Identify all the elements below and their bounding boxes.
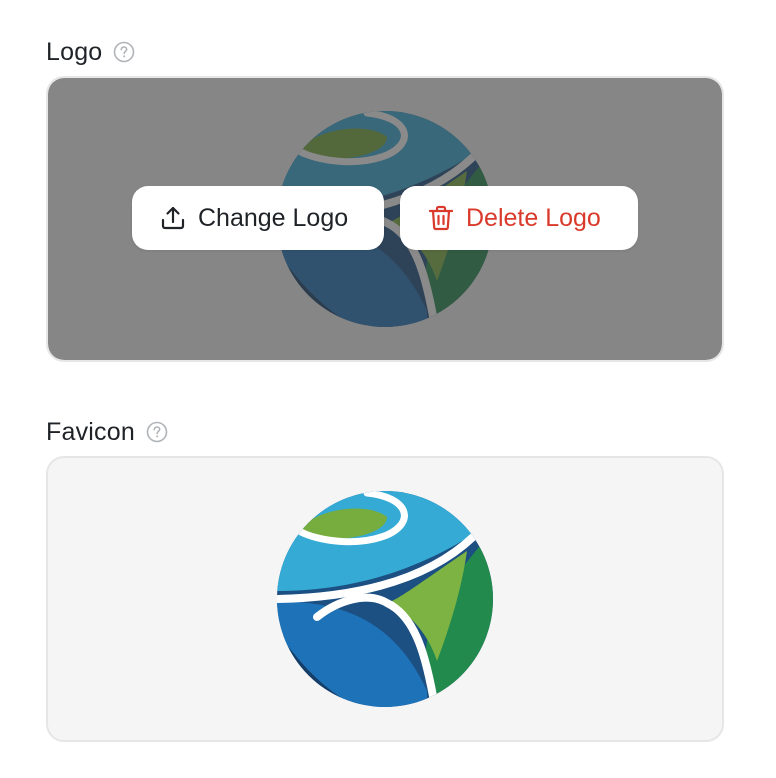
change-logo-label: Change Logo (198, 203, 349, 232)
delete-logo-button[interactable]: Delete Logo (400, 186, 638, 250)
favicon-label-row: Favicon (46, 414, 724, 450)
favicon-section: Favicon (46, 414, 724, 742)
logo-preview-card[interactable]: Change Logo Delete Logo (46, 76, 724, 362)
delete-logo-label: Delete Logo (466, 203, 601, 232)
trash-icon (426, 203, 456, 233)
upload-icon (158, 203, 188, 233)
logo-label: Logo (46, 37, 103, 66)
change-logo-button[interactable]: Change Logo (132, 186, 384, 250)
favicon-image (277, 491, 493, 707)
logo-section: Logo Change Logo Delete Logo (46, 34, 724, 362)
favicon-label: Favicon (46, 417, 135, 446)
help-circle-icon[interactable] (113, 41, 135, 63)
logo-label-row: Logo (46, 34, 724, 70)
help-circle-icon[interactable] (146, 421, 168, 443)
favicon-preview-card[interactable] (46, 456, 724, 742)
